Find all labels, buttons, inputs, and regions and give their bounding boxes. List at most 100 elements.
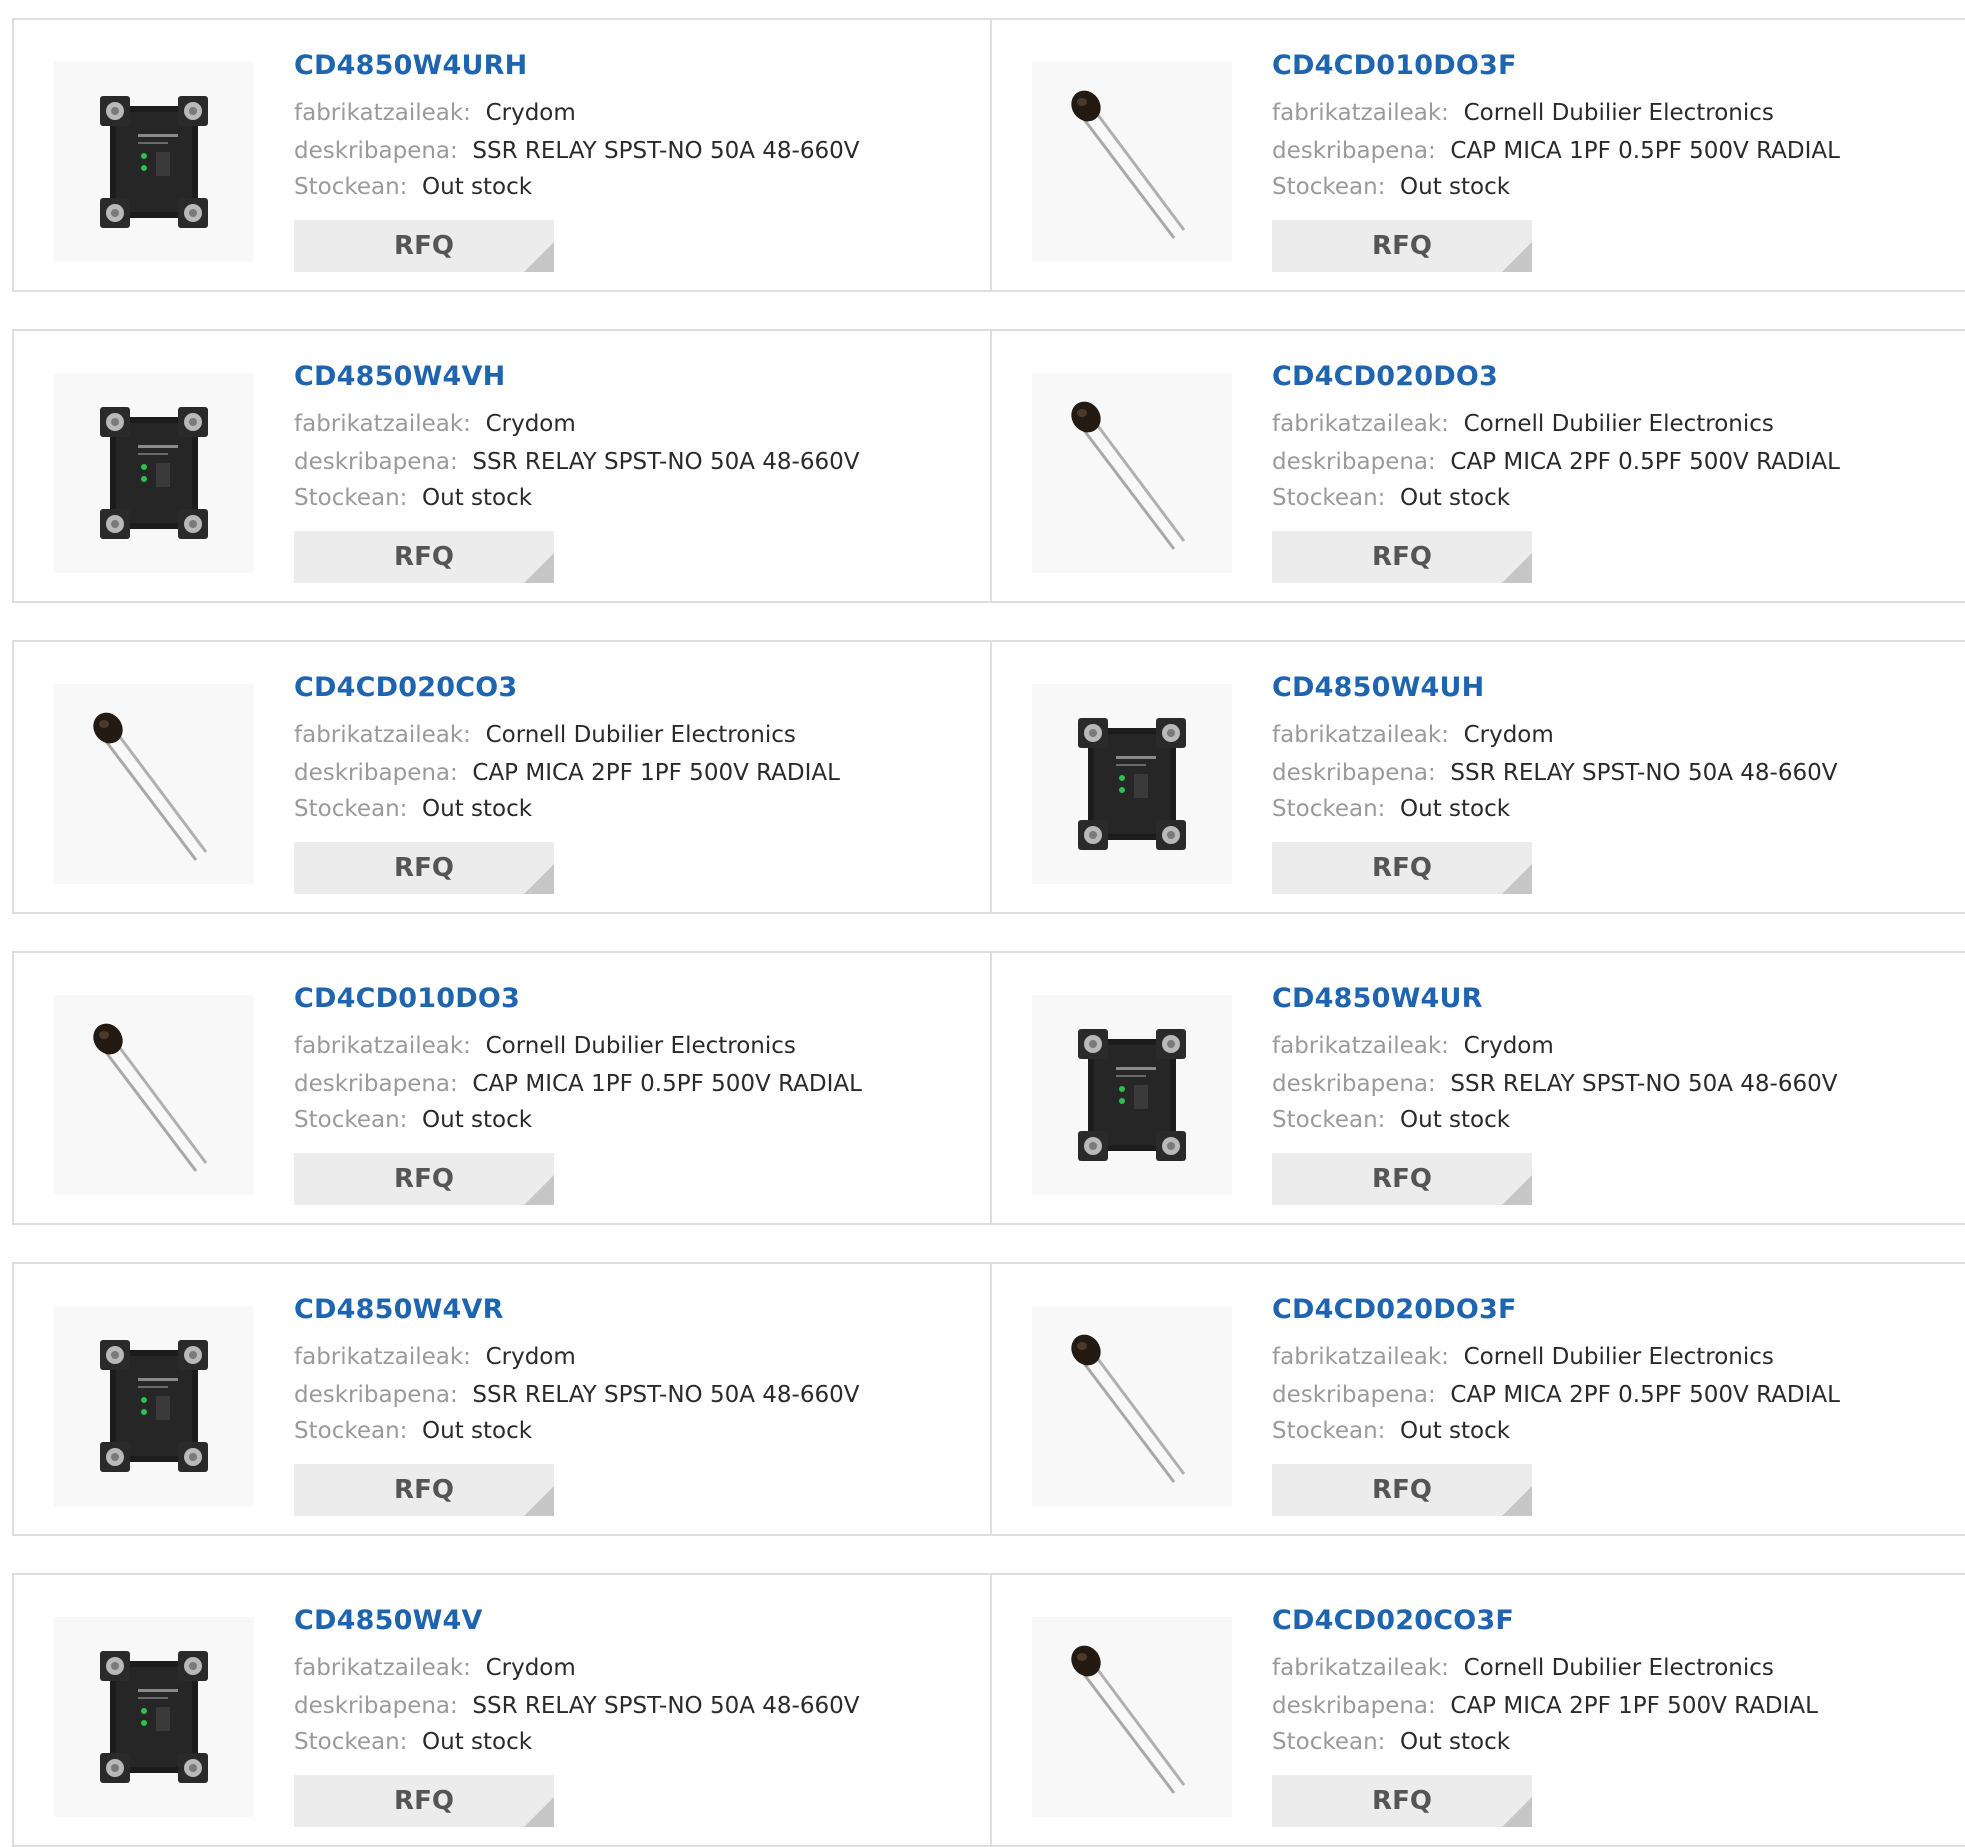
manufacturer-label: fabrikatzaileak: — [1272, 1033, 1449, 1059]
rfq-label: RFQ — [394, 231, 454, 261]
stock-row: Stockean: Out stock — [294, 1107, 532, 1133]
corner-triangle-icon — [1502, 1175, 1532, 1205]
rfq-button[interactable]: RFQ — [1272, 842, 1532, 894]
capacitor-product-image[interactable] — [1032, 1306, 1232, 1506]
description-value: SSR RELAY SPST-NO 50A 48-660V — [472, 1693, 860, 1719]
relay-product-image[interactable] — [54, 1306, 254, 1506]
description-value: SSR RELAY SPST-NO 50A 48-660V — [472, 449, 860, 475]
manufacturer-value: Crydom — [1463, 1033, 1554, 1059]
manufacturer-label: fabrikatzaileak: — [1272, 1655, 1449, 1681]
capacitor-product-image[interactable] — [1032, 62, 1232, 262]
manufacturer-label: fabrikatzaileak: — [1272, 100, 1449, 126]
part-number-link[interactable]: CD4CD010DO3F — [1272, 50, 1517, 81]
relay-product-image[interactable] — [1032, 995, 1232, 1195]
description-value: CAP MICA 1PF 0.5PF 500V RADIAL — [472, 1071, 862, 1097]
description-label: deskribapena: — [294, 760, 458, 786]
stock-label: Stockean: — [294, 174, 408, 200]
description-label: deskribapena: — [294, 1071, 458, 1097]
manufacturer-label: fabrikatzaileak: — [294, 1344, 471, 1370]
part-number-link[interactable]: CD4850W4UH — [1272, 672, 1484, 703]
relay-icon — [94, 1647, 214, 1787]
relay-product-image[interactable] — [54, 373, 254, 573]
rfq-button[interactable]: RFQ — [1272, 1153, 1532, 1205]
description-value: SSR RELAY SPST-NO 50A 48-660V — [472, 138, 860, 164]
stock-label: Stockean: — [1272, 1107, 1386, 1133]
manufacturer-value: Crydom — [485, 1655, 576, 1681]
part-number-link[interactable]: CD4850W4UR — [1272, 983, 1483, 1014]
rfq-label: RFQ — [394, 853, 454, 883]
rfq-label: RFQ — [1372, 1786, 1432, 1816]
capacitor-icon — [1052, 1627, 1212, 1807]
manufacturer-value: Crydom — [485, 1344, 576, 1370]
stock-label: Stockean: — [294, 796, 408, 822]
capacitor-product-image[interactable] — [54, 684, 254, 884]
corner-triangle-icon — [524, 1486, 554, 1516]
rfq-button[interactable]: RFQ — [294, 1153, 554, 1205]
product-card: CD4CD010DO3 fabrikatzaileak: Cornell Dub… — [12, 951, 992, 1225]
stock-value: Out stock — [422, 174, 533, 200]
description-label: deskribapena: — [1272, 1071, 1436, 1097]
product-card: CD4850W4VH fabrikatzaileak: Crydom deskr… — [12, 329, 992, 603]
part-number-link[interactable]: CD4850W4VR — [294, 1294, 504, 1325]
stock-label: Stockean: — [294, 485, 408, 511]
manufacturer-value: Crydom — [1463, 722, 1554, 748]
part-number-link[interactable]: CD4850W4URH — [294, 50, 527, 81]
rfq-label: RFQ — [1372, 1475, 1432, 1505]
description-label: deskribapena: — [294, 1693, 458, 1719]
relay-product-image[interactable] — [54, 62, 254, 262]
relay-icon — [94, 403, 214, 543]
rfq-label: RFQ — [1372, 853, 1432, 883]
description-row: deskribapena: SSR RELAY SPST-NO 50A 48-6… — [1272, 1071, 1837, 1097]
part-number-link[interactable]: CD4CD020CO3F — [1272, 1605, 1514, 1636]
product-card: CD4850W4UR fabrikatzaileak: Crydom deskr… — [990, 951, 1965, 1225]
stock-value: Out stock — [1400, 796, 1511, 822]
stock-row: Stockean: Out stock — [1272, 174, 1510, 200]
rfq-button[interactable]: RFQ — [294, 1775, 554, 1827]
capacitor-product-image[interactable] — [54, 995, 254, 1195]
relay-product-image[interactable] — [1032, 684, 1232, 884]
relay-product-image[interactable] — [54, 1617, 254, 1817]
rfq-button[interactable]: RFQ — [294, 531, 554, 583]
rfq-label: RFQ — [394, 1475, 454, 1505]
capacitor-icon — [74, 694, 234, 874]
part-number-link[interactable]: CD4CD010DO3 — [294, 983, 520, 1014]
part-number-link[interactable]: CD4850W4VH — [294, 361, 505, 392]
part-number-link[interactable]: CD4850W4V — [294, 1605, 483, 1636]
product-card: CD4CD020DO3F fabrikatzaileak: Cornell Du… — [990, 1262, 1965, 1536]
description-value: CAP MICA 2PF 0.5PF 500V RADIAL — [1450, 449, 1840, 475]
stock-value: Out stock — [422, 796, 533, 822]
part-number-link[interactable]: CD4CD020CO3 — [294, 672, 517, 703]
manufacturer-row: fabrikatzaileak: Crydom — [1272, 722, 1554, 748]
rfq-button[interactable]: RFQ — [1272, 531, 1532, 583]
product-row: CD4850W4URH fabrikatzaileak: Crydom desk… — [12, 18, 1965, 292]
capacitor-product-image[interactable] — [1032, 373, 1232, 573]
manufacturer-label: fabrikatzaileak: — [294, 100, 471, 126]
product-card: CD4CD020DO3 fabrikatzaileak: Cornell Dub… — [990, 329, 1965, 603]
rfq-button[interactable]: RFQ — [1272, 1775, 1532, 1827]
rfq-label: RFQ — [394, 1164, 454, 1194]
corner-triangle-icon — [524, 242, 554, 272]
rfq-button[interactable]: RFQ — [294, 220, 554, 272]
description-row: deskribapena: SSR RELAY SPST-NO 50A 48-6… — [294, 138, 859, 164]
stock-value: Out stock — [1400, 1729, 1511, 1755]
manufacturer-value: Cornell Dubilier Electronics — [1463, 100, 1774, 126]
part-number-link[interactable]: CD4CD020DO3 — [1272, 361, 1498, 392]
product-card: CD4CD010DO3F fabrikatzaileak: Cornell Du… — [990, 18, 1965, 292]
description-label: deskribapena: — [1272, 1382, 1436, 1408]
capacitor-product-image[interactable] — [1032, 1617, 1232, 1817]
rfq-button[interactable]: RFQ — [294, 842, 554, 894]
product-card: CD4850W4V fabrikatzaileak: Crydom deskri… — [12, 1573, 992, 1847]
part-number-link[interactable]: CD4CD020DO3F — [1272, 1294, 1517, 1325]
rfq-button[interactable]: RFQ — [1272, 1464, 1532, 1516]
stock-row: Stockean: Out stock — [1272, 485, 1510, 511]
product-row: CD4850W4V fabrikatzaileak: Crydom deskri… — [12, 1573, 1965, 1847]
description-row: deskribapena: SSR RELAY SPST-NO 50A 48-6… — [1272, 760, 1837, 786]
rfq-label: RFQ — [394, 1786, 454, 1816]
description-label: deskribapena: — [294, 449, 458, 475]
corner-triangle-icon — [524, 1797, 554, 1827]
rfq-button[interactable]: RFQ — [1272, 220, 1532, 272]
manufacturer-value: Cornell Dubilier Electronics — [485, 1033, 796, 1059]
rfq-button[interactable]: RFQ — [294, 1464, 554, 1516]
corner-triangle-icon — [1502, 1797, 1532, 1827]
manufacturer-value: Cornell Dubilier Electronics — [1463, 1655, 1774, 1681]
